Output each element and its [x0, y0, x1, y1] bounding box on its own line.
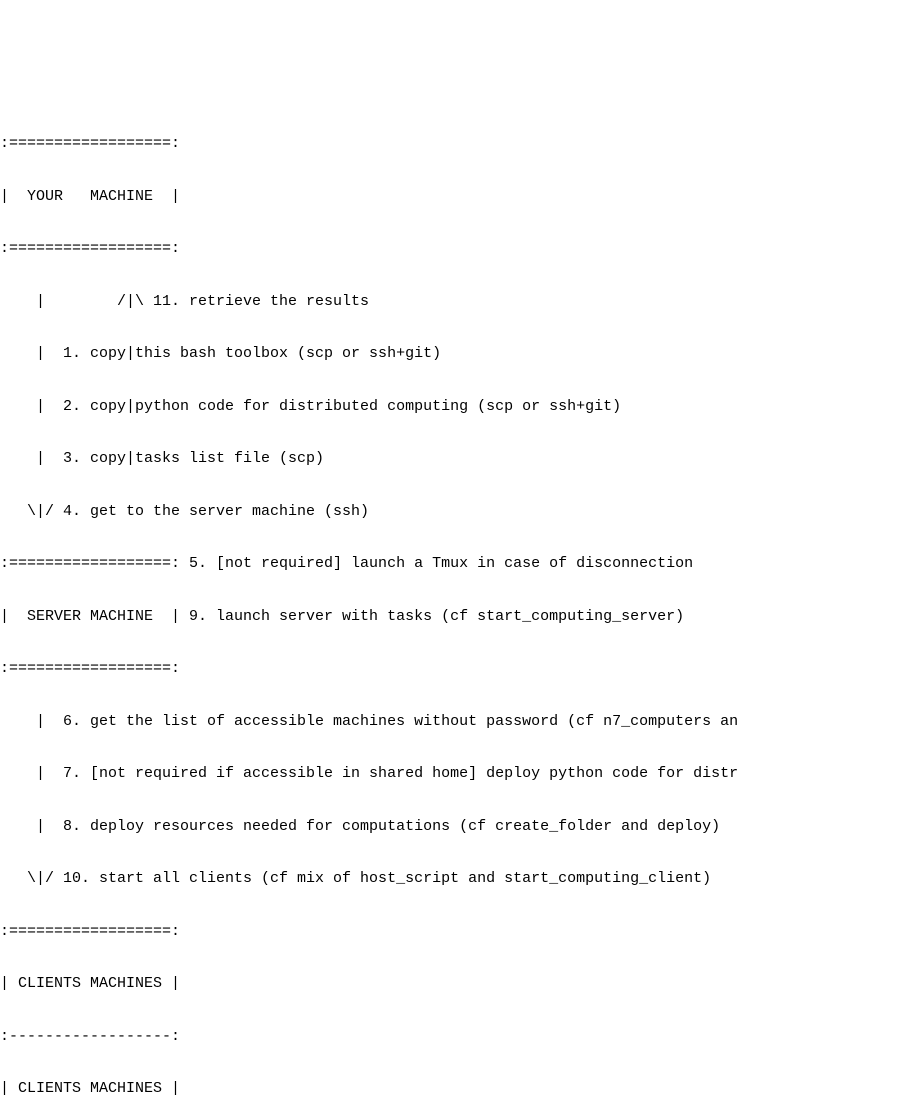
diagram-line: | 3. copy|tasks list file (scp)	[0, 446, 910, 472]
diagram-line: | SERVER MACHINE | 9. launch server with…	[0, 604, 910, 630]
diagram-line: | /|\ 11. retrieve the results	[0, 289, 910, 315]
diagram-line: | 7. [not required if accessible in shar…	[0, 761, 910, 787]
diagram-line: | 8. deploy resources needed for computa…	[0, 814, 910, 840]
diagram-line: :==================: 5. [not required] l…	[0, 551, 910, 577]
diagram-line: :==================:	[0, 919, 910, 945]
ascii-diagram: :==================: | YOUR MACHINE | :=…	[0, 105, 910, 1104]
diagram-line: :==================:	[0, 656, 910, 682]
diagram-line: | CLIENTS MACHINES |	[0, 1076, 910, 1102]
diagram-line: | CLIENTS MACHINES |	[0, 971, 910, 997]
diagram-line: :==================:	[0, 131, 910, 157]
diagram-line: \|/ 10. start all clients (cf mix of hos…	[0, 866, 910, 892]
diagram-line: | 2. copy|python code for distributed co…	[0, 394, 910, 420]
diagram-line: :------------------:	[0, 1024, 910, 1050]
diagram-line: \|/ 4. get to the server machine (ssh)	[0, 499, 910, 525]
diagram-line: | 6. get the list of accessible machines…	[0, 709, 910, 735]
diagram-line: | 1. copy|this bash toolbox (scp or ssh+…	[0, 341, 910, 367]
diagram-line: | YOUR MACHINE |	[0, 184, 910, 210]
diagram-line: :==================:	[0, 236, 910, 262]
